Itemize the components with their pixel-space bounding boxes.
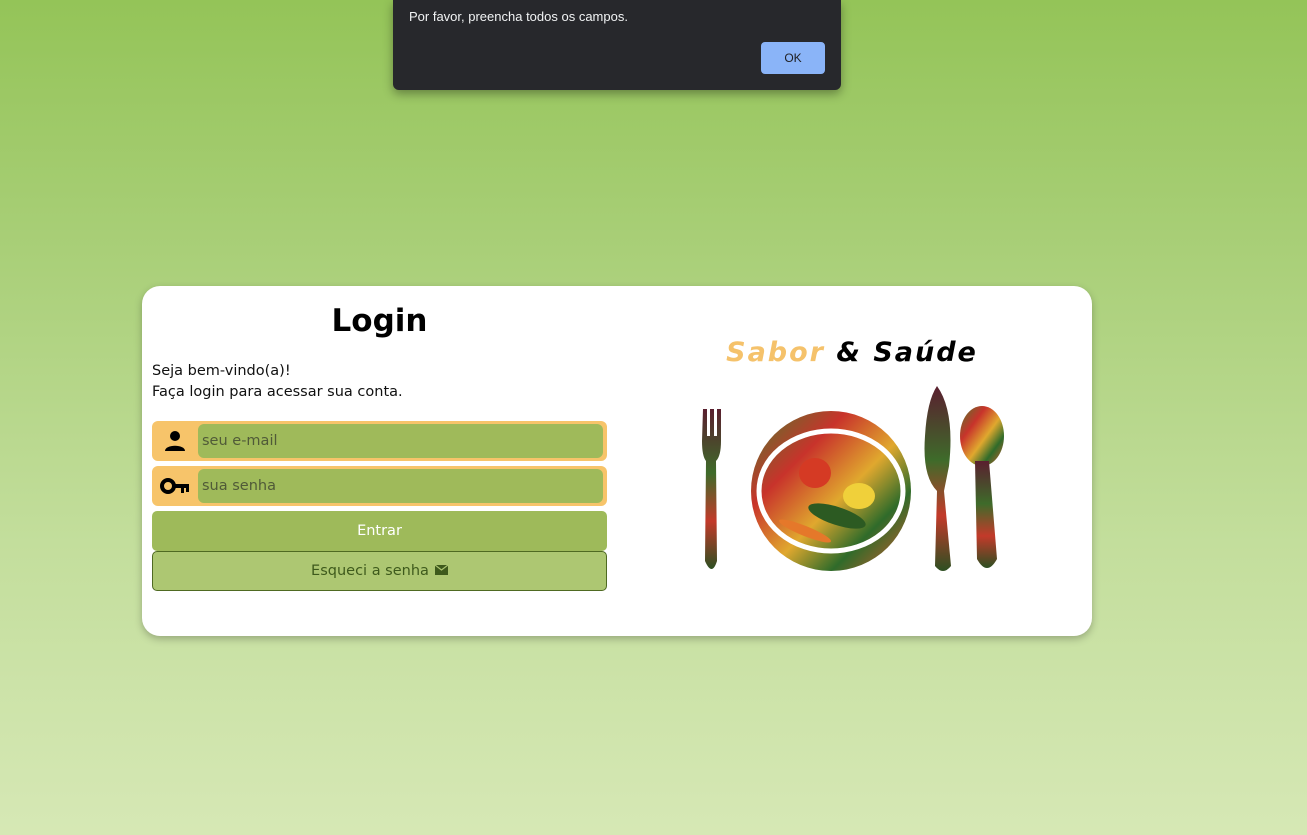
alert-ok-button[interactable]: OK [761,42,825,74]
email-input[interactable] [198,424,603,458]
brand-title-part1: Sabor [726,337,825,368]
welcome-text: Seja bem-vindo(a)! Faça login para acess… [152,361,607,403]
envelope-icon [434,563,449,579]
login-title: Login [331,303,428,339]
forgot-password-button[interactable]: Esqueci a senha [152,551,607,591]
password-field-wrapper [152,466,607,506]
forgot-password-label: Esqueci a senha [311,563,429,579]
login-card: Login Seja bem-vindo(a)! Faça login para… [142,286,1092,636]
alert-dialog: Por favor, preencha todos os campos. OK [393,0,841,90]
brand-panel: Sabor & Saúde [697,336,1007,586]
brand-title-part2: & Saúde [836,337,978,368]
user-icon [160,429,190,453]
key-icon [160,474,190,498]
alert-message: Por favor, preencha todos os campos. [409,9,628,24]
email-field-wrapper [152,421,607,461]
login-form: Login Seja bem-vindo(a)! Faça login para… [152,286,607,591]
plate-cutlery-vegetables-logo [702,386,1004,571]
welcome-line-1: Seja bem-vindo(a)! [152,363,291,379]
welcome-line-2: Faça login para acessar sua conta. [152,384,403,400]
login-button[interactable]: Entrar [152,511,607,551]
brand-title: Sabor & Saúde [697,336,1007,370]
password-input[interactable] [198,469,603,503]
